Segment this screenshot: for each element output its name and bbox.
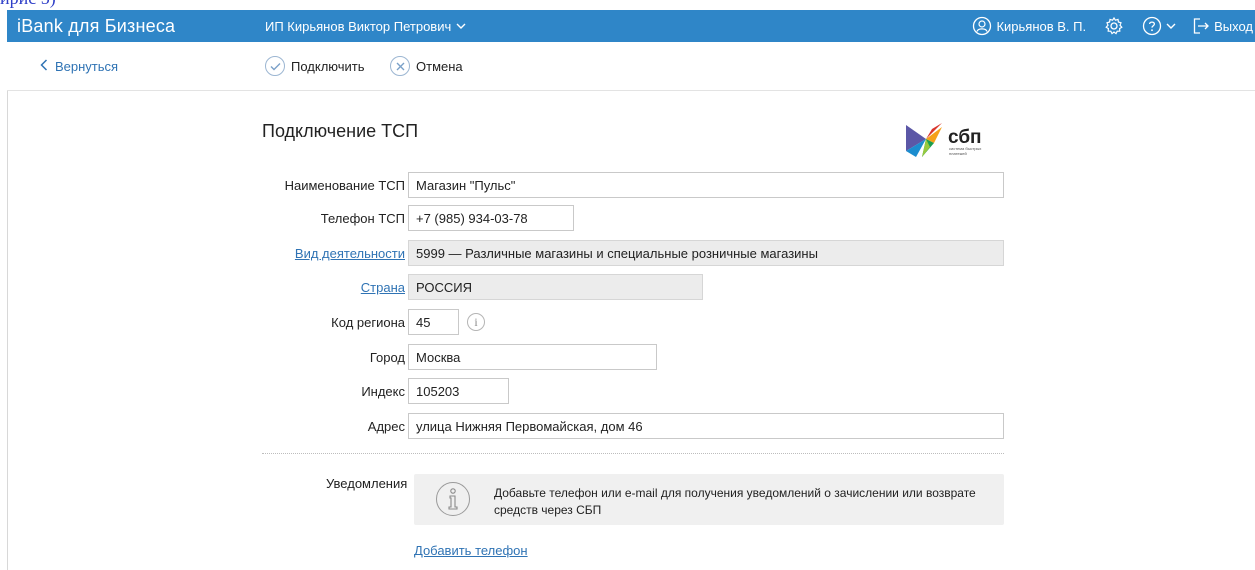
country-link[interactable]: Страна: [361, 280, 405, 295]
logout-icon: [1192, 17, 1210, 35]
sbp-logo-word: сбп: [948, 126, 982, 148]
cancel-button[interactable]: Отмена: [390, 56, 463, 76]
activity-type-field: 5999 — Различные магазины и специальные …: [408, 240, 1004, 266]
top-bar: iBank для Бизнеса ИП Кирьянов Виктор Пет…: [7, 10, 1255, 42]
city-input[interactable]: Москва: [408, 344, 657, 370]
chevron-down-icon: [1166, 23, 1176, 30]
connect-label: Подключить: [291, 58, 365, 74]
help-menu[interactable]: [1142, 16, 1176, 36]
content-divider: [7, 91, 8, 570]
page-title: Подключение ТСП: [262, 121, 419, 141]
close-icon: [390, 56, 410, 76]
logout-label: Выход: [1214, 18, 1253, 34]
notifications-hint: Добавьте телефон или e-mail для получени…: [494, 486, 976, 517]
sbp-logo-subtitle: система быстрых платежей: [949, 145, 982, 156]
field-label-row: Вид деятельности: [200, 240, 405, 266]
user-name: Кирьянов В. П.: [996, 18, 1087, 34]
region-code-label: Код региона: [331, 314, 405, 330]
check-icon: [265, 56, 285, 76]
index-input[interactable]: 105203: [408, 378, 509, 404]
notifications-info-box: Добавьте телефон или e-mail для получени…: [414, 474, 1004, 525]
action-toolbar: Вернуться Подключить Отмена: [7, 42, 1255, 91]
field-label-row: Код региона: [200, 309, 405, 335]
region-code-input[interactable]: 45: [408, 309, 459, 335]
overlay-text: ирис 5): [0, 0, 56, 8]
tsp-phone-label: Телефон ТСП: [320, 210, 405, 226]
organization-name: ИП Кирьянов Виктор Петрович: [265, 18, 452, 34]
address-label: Адрес: [367, 418, 405, 434]
activity-type-link[interactable]: Вид деятельности: [295, 246, 405, 261]
add-phone-link[interactable]: Добавить телефон: [414, 543, 528, 558]
cancel-label: Отмена: [416, 58, 463, 74]
sbp-logo: сбп система быстрых платежей: [904, 121, 997, 164]
back-link[interactable]: Вернуться: [40, 59, 118, 74]
tsp-name-input[interactable]: Магазин "Пульс": [408, 172, 1004, 198]
field-label-row: Город: [200, 344, 405, 370]
tsp-phone-input[interactable]: +7 (985) 934-03-78: [408, 205, 574, 231]
info-icon: [436, 482, 470, 516]
field-label-row: Телефон ТСП: [200, 205, 405, 231]
field-label-row: Страна: [200, 274, 405, 300]
gear-icon: [1104, 16, 1124, 36]
user-icon: [972, 16, 992, 36]
index-label: Индекс: [361, 383, 405, 399]
country-field: РОССИЯ: [408, 274, 703, 300]
user-menu[interactable]: Кирьянов В. П.: [972, 16, 1086, 36]
logout-button[interactable]: Выход: [1192, 17, 1253, 35]
chevron-left-icon: [40, 58, 48, 74]
organization-selector[interactable]: ИП Кирьянов Виктор Петрович: [265, 19, 466, 34]
connect-button[interactable]: Подключить: [265, 56, 365, 76]
chevron-down-icon: [456, 23, 466, 30]
brand-title: iBank для Бизнеса: [17, 15, 176, 36]
city-label: Город: [369, 349, 405, 365]
field-label-row: Адрес: [200, 413, 405, 439]
settings-button[interactable]: [1104, 16, 1124, 36]
info-icon[interactable]: i: [467, 313, 485, 331]
tsp-name-label: Наименование ТСП: [284, 177, 405, 193]
notifications-label: Уведомления: [326, 476, 408, 491]
address-input[interactable]: улица Нижняя Первомайская, дом 46: [408, 413, 1004, 439]
sbp-logo-icon: [904, 121, 944, 164]
field-label-row: Наименование ТСП: [200, 172, 405, 198]
field-label-row: Индекс: [200, 378, 405, 404]
section-divider: [262, 453, 1004, 454]
help-icon: [1142, 16, 1162, 36]
back-label: Вернуться: [55, 58, 119, 74]
